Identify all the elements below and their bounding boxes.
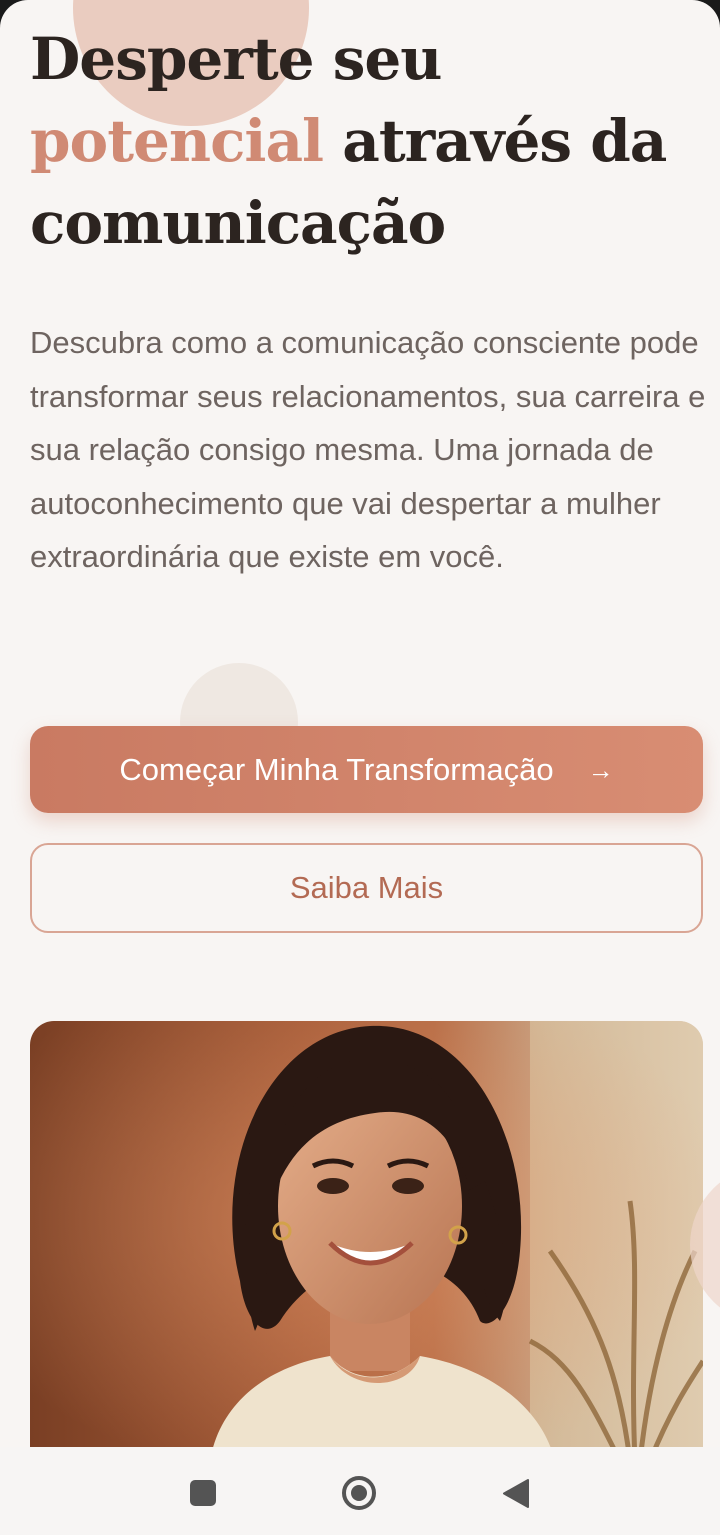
arrow-right-icon: →: [587, 754, 614, 785]
learn-more-button[interactable]: Saiba Mais: [30, 843, 703, 933]
square-icon[interactable]: [190, 1480, 216, 1506]
portrait-illustration: [30, 1021, 703, 1461]
start-transformation-button[interactable]: Começar Minha Transformação →: [30, 726, 703, 813]
circle-home-icon[interactable]: [341, 1475, 377, 1511]
triangle-back-icon[interactable]: [502, 1478, 529, 1509]
headline-text-start: Desperte seu: [30, 25, 442, 93]
start-transformation-label: Começar Minha Transformação: [119, 751, 554, 787]
hero-headline: Desperte seu potencial através da comuni…: [30, 18, 700, 264]
hero-description: Descubra como a comunicação consciente p…: [30, 325, 706, 575]
hero-portrait-image: [30, 1021, 703, 1461]
app-screen: Desperte seu potencial através da comuni…: [0, 0, 720, 1535]
system-navigation-bar: [0, 1447, 720, 1535]
headline-accent-word: potencial: [30, 107, 324, 175]
